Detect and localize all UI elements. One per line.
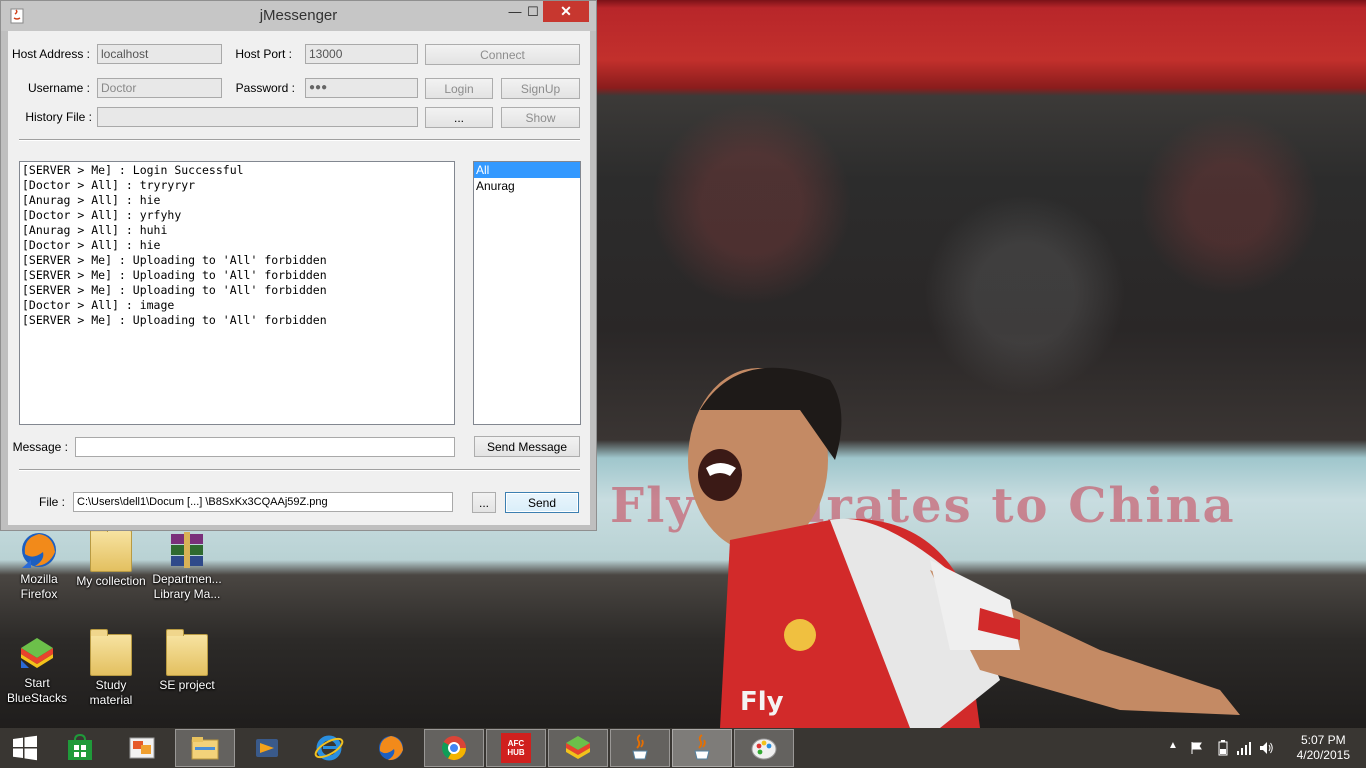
host-address-field[interactable]: localhost	[97, 44, 222, 64]
battery-icon[interactable]	[1218, 740, 1228, 756]
send-file-button[interactable]: Send	[505, 492, 579, 513]
java-icon	[694, 734, 710, 760]
separator	[19, 469, 580, 471]
desktop-icon-bluestacks[interactable]: Start BlueStacks	[0, 634, 74, 706]
host-port-field[interactable]: 13000	[305, 44, 418, 64]
taskbar-java-2[interactable]	[672, 729, 732, 767]
chat-line: [Doctor > All] : hie	[22, 238, 161, 252]
desktop-icon-firefox[interactable]: Mozilla Firefox	[2, 530, 76, 602]
network-icon[interactable]	[1236, 740, 1252, 756]
ie-icon	[314, 735, 344, 761]
palette-icon	[751, 738, 777, 760]
user-list-item-all[interactable]: All	[474, 162, 580, 178]
jmessenger-window: jMessenger — ☐ ✕ Host Address : localhos…	[0, 0, 597, 531]
chat-line: [SERVER > Me] : Login Successful	[22, 163, 244, 177]
file-browse-button[interactable]: ...	[472, 492, 496, 513]
message-label: Message :	[12, 440, 68, 454]
chat-line: [SERVER > Me] : Uploading to 'All' forbi…	[22, 283, 327, 297]
taskbar-chrome[interactable]	[424, 729, 484, 767]
taskbar-firefox[interactable]	[361, 729, 421, 767]
system-clock[interactable]: 5:07 PM 4/20/2015	[1297, 733, 1350, 763]
desktop-icon-se-project[interactable]: SE project	[150, 629, 224, 693]
firefox-icon	[379, 736, 403, 761]
desktop-icon-label: My collection	[76, 574, 146, 588]
taskbar-afc-hub[interactable]: AFC HUB	[486, 729, 546, 767]
clock-time: 5:07 PM	[1300, 733, 1346, 747]
title-bar[interactable]: jMessenger — ☐ ✕	[1, 1, 596, 31]
firefox-icon	[19, 530, 59, 570]
chat-line: [Doctor > All] : image	[22, 298, 175, 312]
chat-line: [SERVER > Me] : Uploading to 'All' forbi…	[22, 253, 327, 267]
signup-button[interactable]: SignUp	[501, 78, 580, 99]
desktop-icon-study-material[interactable]: Study material	[74, 629, 148, 708]
send-message-button[interactable]: Send Message	[474, 436, 580, 457]
volume-icon[interactable]	[1258, 740, 1274, 756]
file-path-field[interactable]: C:\Users\dell1\Docum [...] \B8SxKx3CQAAj…	[73, 492, 453, 512]
chat-line: [Doctor > All] : yrfyhy	[22, 208, 182, 222]
separator	[19, 139, 580, 141]
desktop-icon-label: SE project	[159, 678, 215, 692]
wallpaper-player: Fly	[688, 367, 1240, 728]
taskbar-store[interactable]	[50, 729, 110, 767]
folder-icon	[166, 629, 208, 676]
desktop-icon-label: Departmen... Library Ma...	[152, 572, 222, 601]
folder-icon	[191, 737, 219, 760]
desktop-icon-label: Study material	[89, 678, 133, 707]
password-field[interactable]: ●●●	[305, 78, 418, 98]
desktop-icon-my-collection[interactable]: My collection	[74, 525, 148, 589]
taskbar-paint-palette[interactable]	[734, 729, 794, 767]
start-button[interactable]	[0, 729, 50, 767]
user-list[interactable]: All Anurag	[473, 161, 581, 425]
host-port-label: Host Port :	[235, 47, 292, 61]
chat-line: [Doctor > All] : tryryryr	[22, 178, 196, 192]
chat-log[interactable]: [SERVER > Me] : Login Successful [Doctor…	[19, 161, 455, 425]
username-label: Username :	[27, 81, 90, 95]
desktop-icon-label: Start BlueStacks	[6, 676, 68, 705]
windows-logo-icon	[13, 735, 37, 761]
message-input[interactable]	[75, 437, 455, 457]
java-icon	[632, 734, 648, 760]
chat-line: [Anurag > All] : hie	[22, 193, 161, 207]
chat-line: [SERVER > Me] : Uploading to 'All' forbi…	[22, 313, 327, 327]
history-file-field[interactable]	[97, 107, 418, 127]
bluestacks-icon	[17, 634, 57, 674]
folder-icon	[90, 629, 132, 676]
bluestacks-icon	[566, 736, 590, 759]
username-field[interactable]: Doctor	[97, 78, 222, 98]
show-history-button[interactable]: Show	[501, 107, 580, 128]
taskbar-media[interactable]	[237, 729, 297, 767]
host-address-label: Host Address :	[11, 47, 90, 61]
desktop-icon-department-library[interactable]: Departmen... Library Ma...	[150, 530, 224, 602]
chrome-icon	[441, 736, 466, 761]
clock-date: 4/20/2015	[1296, 748, 1350, 762]
show-hidden-icons-icon[interactable]: ▲	[1168, 740, 1178, 751]
file-label: File :	[38, 495, 65, 509]
taskbar: AFC HUB ▲ 5:07 PM 4/20/2015	[0, 728, 1366, 768]
password-label: Password :	[235, 81, 295, 95]
winrar-icon	[167, 530, 207, 570]
desktop-icon-label: Mozilla Firefox	[20, 572, 58, 601]
history-file-label: History File :	[25, 110, 92, 124]
taskbar-file-explorer[interactable]	[175, 729, 235, 767]
media-icon	[256, 739, 278, 757]
folder-icon	[90, 525, 132, 572]
history-browse-button[interactable]: ...	[425, 107, 493, 128]
svg-text:Fly: Fly	[740, 687, 784, 717]
taskbar-internet-explorer[interactable]	[299, 729, 359, 767]
chat-line: [Anurag > All] : huhi	[22, 223, 168, 237]
action-center-flag-icon[interactable]	[1190, 741, 1204, 755]
taskbar-bluestacks[interactable]	[548, 729, 608, 767]
close-button[interactable]: ✕	[543, 1, 589, 22]
user-list-item-anurag[interactable]: Anurag	[474, 178, 580, 194]
taskbar-paint[interactable]	[112, 729, 172, 767]
afc-hub-icon: AFC HUB	[501, 733, 531, 763]
store-icon	[68, 733, 92, 760]
chat-line: [SERVER > Me] : Uploading to 'All' forbi…	[22, 268, 327, 282]
connect-button[interactable]: Connect	[425, 44, 580, 65]
taskbar-java-1[interactable]	[610, 729, 670, 767]
login-button[interactable]: Login	[425, 78, 493, 99]
paint-icon	[129, 737, 155, 759]
window-client-area: Host Address : localhost Host Port : 130…	[8, 31, 590, 525]
